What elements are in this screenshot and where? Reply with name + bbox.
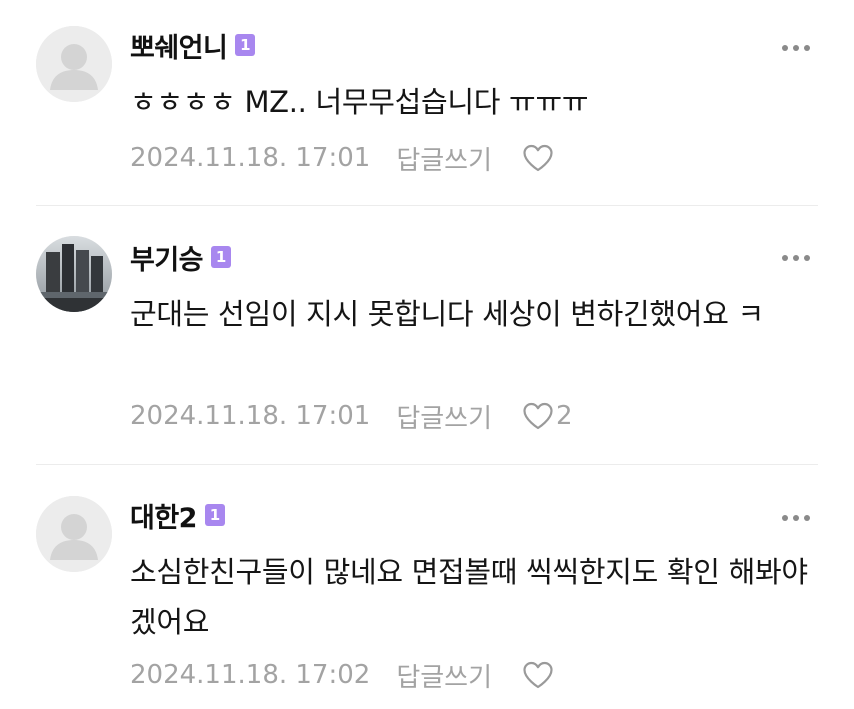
timestamp: 2024.11.18. 17:02 [130, 660, 371, 690]
default-avatar-icon[interactable] [36, 496, 112, 572]
comment-meta: 2024.11.18. 17:01 답글쓰기 [130, 138, 554, 178]
author-name[interactable]: 부기승 [130, 238, 204, 277]
comment-meta: 2024.11.18. 17:02 답글쓰기 [130, 655, 554, 695]
divider [36, 464, 818, 465]
heart-outline-icon [523, 661, 553, 689]
more-options-button[interactable] [774, 246, 818, 270]
author-name[interactable]: 뽀쉐언니 [130, 26, 228, 65]
reply-button[interactable]: 답글쓰기 [396, 398, 492, 435]
more-dots-icon [782, 45, 810, 51]
author-name[interactable]: 대한2 [130, 496, 197, 535]
level-badge: 1 [211, 246, 232, 268]
like-button[interactable]: 2 [522, 401, 573, 431]
author-row: 대한2 1 [130, 496, 225, 535]
photo-avatar[interactable] [36, 236, 112, 312]
comment-text: 군대는 선임이 지시 못합니다 세상이 변하긴했어요 ㅋ [130, 297, 764, 331]
like-count: 2 [556, 401, 573, 431]
level-badge: 1 [204, 504, 225, 526]
author-row: 부기승 1 [130, 238, 232, 277]
author-row: 뽀쉐언니 1 [130, 26, 256, 65]
level-badge: 1 [235, 34, 256, 56]
more-dots-icon [782, 515, 810, 521]
reply-button[interactable]: 답글쓰기 [396, 140, 492, 177]
comment-text: ㅎㅎㅎㅎ MZ.. 너무무섭습니다 ㅠㅠㅠ [130, 85, 589, 119]
reply-button[interactable]: 답글쓰기 [396, 657, 492, 694]
default-avatar-icon[interactable] [36, 26, 112, 102]
heart-outline-icon [523, 144, 553, 172]
more-options-button[interactable] [774, 36, 818, 60]
comment-meta: 2024.11.18. 17:01 답글쓰기 2 [130, 396, 573, 436]
more-options-button[interactable] [774, 506, 818, 530]
divider [36, 205, 818, 206]
timestamp: 2024.11.18. 17:01 [130, 143, 371, 173]
like-button[interactable] [522, 661, 554, 689]
timestamp: 2024.11.18. 17:01 [130, 401, 371, 431]
heart-outline-icon [523, 402, 553, 430]
like-button[interactable] [522, 144, 554, 172]
comment-text: 소심한친구들이 많네요 면접볼때 씩씩한지도 확인 해봐야겠어요 [130, 555, 808, 639]
more-dots-icon [782, 255, 810, 261]
